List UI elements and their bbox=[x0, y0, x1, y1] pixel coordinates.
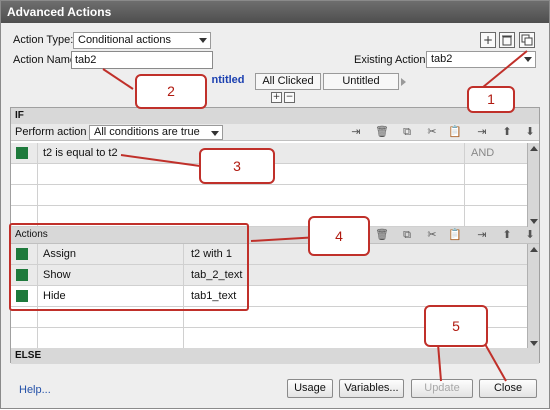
existing-actions-value: tab2 bbox=[431, 53, 453, 65]
add-decision-icon[interactable]: + bbox=[271, 92, 282, 103]
else-header[interactable]: ELSE bbox=[11, 348, 539, 364]
condition-text: t2 is equal to t2 bbox=[43, 147, 118, 159]
existing-actions-label: Existing Actions: bbox=[354, 54, 435, 66]
usage-button[interactable]: Usage bbox=[287, 379, 333, 398]
action-type-value: Conditional actions bbox=[78, 34, 171, 46]
column-divider bbox=[464, 143, 465, 227]
window-title: Advanced Actions bbox=[1, 1, 549, 23]
delete-icon[interactable] bbox=[499, 32, 515, 48]
condition-operator: AND bbox=[471, 147, 495, 159]
chevron-down-icon bbox=[524, 57, 532, 62]
action-name-field[interactable]: tab2 bbox=[71, 51, 213, 69]
variables-button[interactable]: Variables... bbox=[339, 379, 404, 398]
paste-icon[interactable]: 📋 bbox=[448, 228, 462, 242]
scroll-down-icon[interactable] bbox=[530, 219, 538, 224]
callout-5: 5 bbox=[424, 305, 488, 347]
callout-1: 1 bbox=[467, 86, 515, 113]
insert-row-icon[interactable]: ⇥ bbox=[475, 125, 489, 139]
delete-icon[interactable]: 🗑 bbox=[375, 125, 389, 139]
column-divider bbox=[37, 143, 38, 227]
insert-row-icon[interactable]: ⇥ bbox=[475, 228, 489, 242]
tab-all-clicked[interactable]: All Clicked bbox=[255, 73, 321, 90]
cut-icon[interactable]: ✂ bbox=[425, 228, 439, 242]
action-name-label: Action Name: bbox=[13, 54, 80, 66]
tab-untitled-2[interactable]: Untitled bbox=[323, 73, 399, 90]
perform-action-value: All conditions are true bbox=[94, 126, 200, 138]
delete-icon[interactable]: 🗑 bbox=[375, 228, 389, 242]
callout-4: 4 bbox=[308, 216, 370, 256]
move-down-icon[interactable]: ⬇ bbox=[523, 125, 537, 139]
if-header: IF bbox=[11, 108, 539, 124]
move-up-icon[interactable]: ⬆ bbox=[500, 125, 514, 139]
if-toolbar: Perform action if: All conditions are tr… bbox=[11, 124, 539, 141]
action-type-label: Action Type: bbox=[13, 34, 74, 46]
scroll-down-icon[interactable] bbox=[530, 341, 538, 346]
copy-icon[interactable]: ⧉ bbox=[400, 228, 414, 242]
if-scrollbar[interactable] bbox=[527, 143, 539, 227]
advanced-actions-window: Advanced Actions Action Type: Conditiona… bbox=[0, 0, 550, 409]
scroll-up-icon[interactable] bbox=[530, 146, 538, 151]
existing-actions-select[interactable]: tab2 bbox=[426, 51, 536, 68]
scroll-up-icon[interactable] bbox=[530, 247, 538, 252]
perform-action-label: Perform action if: bbox=[15, 126, 99, 138]
remove-decision-icon[interactable]: − bbox=[284, 92, 295, 103]
callout-3: 3 bbox=[199, 148, 275, 184]
copy-icon[interactable]: ⧉ bbox=[400, 125, 414, 139]
help-link[interactable]: Help... bbox=[19, 384, 51, 396]
status-indicator bbox=[16, 147, 28, 159]
update-button[interactable]: Update bbox=[411, 379, 473, 398]
action-type-select[interactable]: Conditional actions bbox=[73, 32, 211, 49]
tab-untitled-1[interactable]: ntitled bbox=[201, 73, 255, 90]
chevron-down-icon bbox=[211, 131, 219, 136]
actions-highlight bbox=[9, 223, 249, 311]
tab-scroll-arrow-icon[interactable] bbox=[401, 78, 406, 86]
paste-icon[interactable]: 📋 bbox=[448, 125, 462, 139]
insert-icon[interactable]: ⇥ bbox=[349, 125, 363, 139]
move-down-icon[interactable]: ⬇ bbox=[523, 228, 537, 242]
actions-scrollbar[interactable] bbox=[527, 244, 539, 349]
perform-action-select[interactable]: All conditions are true bbox=[89, 125, 223, 140]
callout-2: 2 bbox=[135, 74, 207, 109]
move-up-icon[interactable]: ⬆ bbox=[500, 228, 514, 242]
chevron-down-icon bbox=[199, 38, 207, 43]
condition-row[interactable] bbox=[11, 185, 527, 206]
duplicate-icon[interactable] bbox=[519, 32, 535, 48]
cut-icon[interactable]: ✂ bbox=[425, 125, 439, 139]
close-button[interactable]: Close bbox=[479, 379, 537, 398]
add-icon[interactable]: + bbox=[480, 32, 496, 48]
